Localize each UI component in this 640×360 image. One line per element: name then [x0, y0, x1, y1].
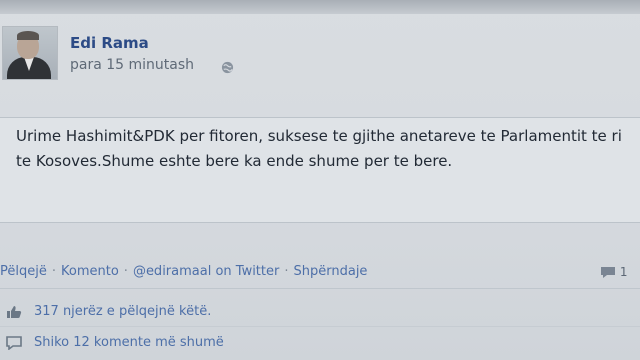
avatar-hair — [17, 31, 39, 40]
top-band — [0, 0, 640, 14]
post-text: Urime Hashimit&PDK per fitoren, suksese … — [16, 127, 622, 170]
view-more-comments[interactable]: Shiko 12 komente më shumë — [6, 335, 224, 350]
likes-row[interactable]: 317 njerëz e pëlqejnë këtë. — [6, 304, 211, 319]
twitter-source-link[interactable]: @ediramaal on Twitter — [133, 264, 279, 279]
avatar[interactable] — [2, 26, 58, 80]
separator: · — [284, 264, 289, 279]
thumbs-up-icon — [7, 305, 22, 318]
globe-icon — [221, 61, 234, 74]
post-timestamp[interactable]: para 15 minutash — [70, 57, 194, 73]
comment-link[interactable]: Komento — [61, 264, 119, 279]
author-name[interactable]: Edi Rama — [70, 34, 149, 52]
comment-count-value: 1 — [619, 265, 628, 279]
separator: · — [51, 264, 56, 279]
divider — [0, 326, 640, 327]
post-actions: Pëlqejë · Komento · @ediramaal on Twitter · Sh… — [0, 264, 367, 279]
comment-icon — [6, 335, 22, 350]
facebook-post-screen: Edi Rama para 15 minutash Urime Hashimit… — [0, 0, 640, 360]
like-link[interactable]: Pëlqejë — [0, 264, 47, 279]
divider — [0, 288, 640, 289]
view-more-comments-label: Shiko 12 komente më shumë — [34, 335, 224, 350]
comment-count[interactable]: 1 — [600, 265, 627, 279]
comment-bubble-icon — [601, 267, 615, 278]
likes-text: 317 njerëz e pëlqejnë këtë. — [34, 304, 212, 319]
share-link[interactable]: Shpërndaje — [294, 264, 368, 279]
separator: · — [123, 264, 128, 279]
